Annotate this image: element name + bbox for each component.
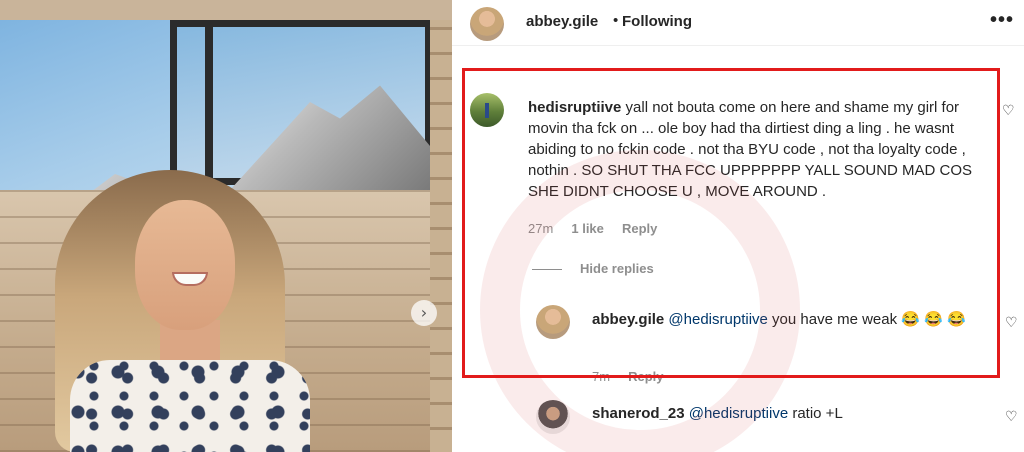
reply-username[interactable]: abbey.gile (592, 311, 664, 328)
following-button[interactable]: Following (622, 13, 692, 30)
reply-like-heart-icon[interactable]: ♡ (1005, 315, 1018, 331)
photo-person-face (135, 200, 235, 330)
reply-text: you have me weak 😂 😂 😂 (767, 311, 966, 328)
carousel-next-icon[interactable]: › (411, 300, 437, 326)
comment-likes[interactable]: 1 like (571, 221, 604, 236)
author-username[interactable]: abbey.gile (526, 13, 598, 30)
post-photo: › (0, 0, 452, 452)
reply-meta: 7m Reply (592, 369, 664, 384)
comment-mention-link[interactable]: @hedisruptiive (689, 405, 788, 422)
more-options-icon[interactable]: ••• (990, 9, 1014, 32)
reply-reply-button[interactable]: Reply (628, 369, 663, 384)
reply-body: abbey.gile @hedisruptiive you have me we… (592, 309, 992, 330)
commenter-avatar[interactable] (470, 93, 504, 127)
hide-replies-line (532, 269, 562, 270)
comment-like-heart-icon[interactable]: ♡ (1005, 409, 1018, 425)
comments-panel: abbey.gile • Following ••• hedisruptiive… (452, 0, 1024, 452)
reply-avatar[interactable] (536, 305, 570, 339)
photo-window-frame (205, 20, 213, 185)
author-avatar[interactable] (470, 7, 504, 41)
photo-person-dress (70, 360, 310, 452)
photo-stone-wall-edge (430, 20, 452, 452)
like-heart-icon[interactable]: ♡ (1002, 103, 1015, 119)
comment-username-shanerod[interactable]: shanerod_23 (592, 405, 685, 422)
comment-username[interactable]: hedisruptiive (528, 99, 621, 116)
reply-time: 7m (592, 369, 611, 384)
separator-dot: • (613, 12, 619, 29)
post-header: abbey.gile • Following ••• (452, 0, 1024, 46)
hide-replies-button[interactable]: Hide replies (580, 261, 654, 276)
comment-text-shanerod: ratio +L (788, 405, 843, 422)
comment-reply-button[interactable]: Reply (622, 221, 657, 236)
comment-body-shanerod: shanerod_23 @hedisruptiive ratio +L (592, 403, 992, 424)
comment-meta: 27m 1 like Reply (528, 221, 657, 236)
reply-mention-link[interactable]: @hedisruptiive (668, 311, 767, 328)
comment-body: hedisruptiive yall not bouta come on her… (528, 97, 998, 202)
comment-time: 27m (528, 221, 554, 236)
commenter-avatar-shanerod[interactable] (536, 400, 570, 434)
